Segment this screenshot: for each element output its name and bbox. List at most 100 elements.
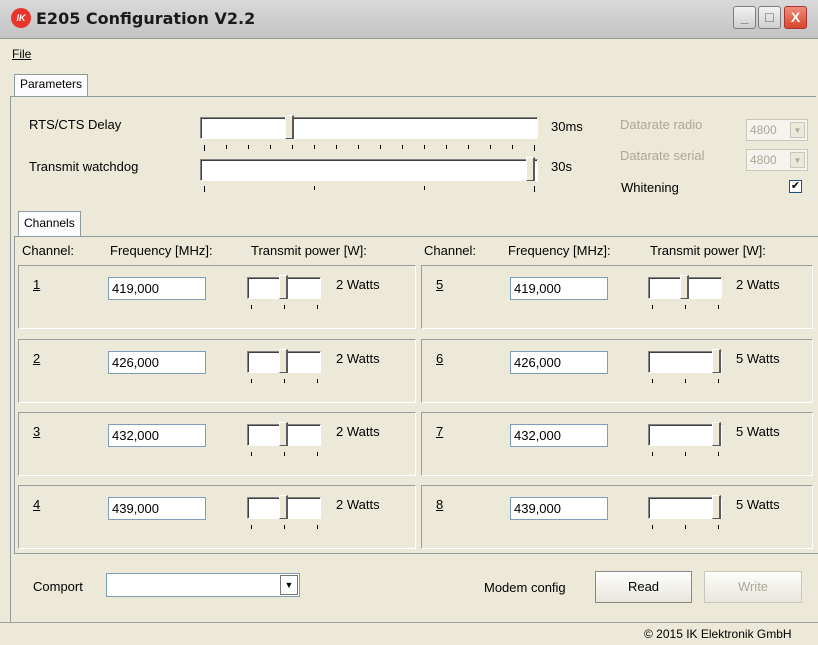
title-bar[interactable]: IK E205 Configuration V2.2 _ □ X <box>0 0 818 39</box>
maximize-button[interactable]: □ <box>758 6 781 29</box>
power-slider[interactable] <box>648 351 722 373</box>
power-slider-thumb[interactable] <box>712 495 721 519</box>
power-value: 2 Watts <box>336 277 380 292</box>
frequency-input[interactable]: 426,000 <box>108 351 206 374</box>
rts-cts-delay-thumb[interactable] <box>285 115 294 139</box>
power-slider-tick <box>685 525 686 529</box>
rts-cts-delay-value: 30ms <box>551 119 583 134</box>
power-value: 5 Watts <box>736 351 780 366</box>
power-slider-thumb[interactable] <box>279 422 288 446</box>
power-slider-tick <box>652 452 653 456</box>
datarate-serial-label: Datarate serial <box>620 148 705 163</box>
app-logo-icon: IK <box>11 8 31 28</box>
chevron-down-icon: ▼ <box>790 122 805 138</box>
slider-tick <box>292 145 293 149</box>
rts-cts-delay-label: RTS/CTS Delay <box>29 117 122 132</box>
slider-tick <box>270 145 271 149</box>
power-slider-tick <box>317 305 318 309</box>
transmit-watchdog-thumb[interactable] <box>526 157 535 181</box>
comport-select[interactable]: ▼ <box>106 573 300 597</box>
slider-tick <box>226 145 227 149</box>
power-slider-tick <box>284 525 285 529</box>
comport-label: Comport <box>33 579 83 594</box>
power-slider-tick <box>718 525 719 529</box>
power-slider-thumb[interactable] <box>680 275 689 299</box>
close-button[interactable]: X <box>784 6 807 29</box>
menu-file[interactable]: File <box>12 47 31 61</box>
read-button[interactable]: Read <box>595 571 692 603</box>
channel-number: 8 <box>436 497 444 512</box>
window-title: E205 Configuration V2.2 <box>36 9 256 28</box>
channel-number: 1 <box>33 277 41 292</box>
frequency-input[interactable]: 439,000 <box>510 497 608 520</box>
transmit-watchdog-slider[interactable] <box>200 159 538 181</box>
write-button[interactable]: Write <box>704 571 802 603</box>
slider-tick <box>424 186 425 190</box>
slider-tick <box>204 145 205 151</box>
power-slider-tick <box>685 379 686 383</box>
chevron-down-icon: ▼ <box>790 152 805 168</box>
power-slider-thumb[interactable] <box>712 422 721 446</box>
slider-tick <box>512 145 513 149</box>
slider-tick <box>336 145 337 149</box>
power-slider-thumb[interactable] <box>279 495 288 519</box>
frequency-input[interactable]: 439,000 <box>108 497 206 520</box>
power-slider-tick <box>652 305 653 309</box>
whitening-checkbox[interactable]: ✔ <box>789 180 802 193</box>
power-slider-thumb[interactable] <box>712 349 721 373</box>
tab-parameters[interactable]: Parameters <box>14 74 89 96</box>
frequency-input[interactable]: 419,000 <box>108 277 206 300</box>
power-slider-tick <box>685 452 686 456</box>
header-power-right: Transmit power [W]: <box>650 243 766 258</box>
whitening-label: Whitening <box>621 180 679 195</box>
slider-tick <box>380 145 381 149</box>
power-slider-tick <box>718 379 719 383</box>
header-power-left: Transmit power [W]: <box>251 243 367 258</box>
power-slider-tick <box>652 379 653 383</box>
minimize-button[interactable]: _ <box>733 6 756 29</box>
power-slider-tick <box>317 525 318 529</box>
transmit-watchdog-label: Transmit watchdog <box>29 159 139 174</box>
frequency-input[interactable]: 432,000 <box>510 424 608 447</box>
frequency-input[interactable]: 432,000 <box>108 424 206 447</box>
chevron-down-icon[interactable]: ▼ <box>280 575 298 595</box>
frequency-input[interactable]: 419,000 <box>510 277 608 300</box>
power-slider[interactable] <box>648 424 722 446</box>
datarate-radio-label: Datarate radio <box>620 117 703 132</box>
power-value: 5 Watts <box>736 424 780 439</box>
power-slider-thumb[interactable] <box>279 275 288 299</box>
tab-channels[interactable]: Channels <box>18 211 81 236</box>
status-bar: © 2015 IK Elektronik GmbH <box>0 622 818 645</box>
rts-cts-delay-slider[interactable] <box>200 117 538 139</box>
power-slider-tick <box>284 452 285 456</box>
slider-tick <box>358 145 359 149</box>
header-channel-right: Channel: <box>424 243 477 258</box>
channel-number: 4 <box>33 497 41 512</box>
channel-cell <box>18 485 416 549</box>
power-slider[interactable] <box>648 497 722 519</box>
channel-number: 2 <box>33 351 41 366</box>
channel-number: 7 <box>436 424 444 439</box>
power-value: 2 Watts <box>336 497 380 512</box>
menu-bar <box>0 39 818 59</box>
tab-channels-label: Channels <box>24 216 75 230</box>
channel-cell <box>421 339 813 403</box>
power-slider-tick <box>718 305 719 309</box>
power-slider-thumb[interactable] <box>279 349 288 373</box>
power-slider-tick <box>317 379 318 383</box>
power-value: 2 Watts <box>336 424 380 439</box>
power-slider-tick <box>251 525 252 529</box>
slider-tick <box>490 145 491 149</box>
datarate-serial-select: 4800 ▼ <box>746 149 808 171</box>
header-channel-left: Channel: <box>22 243 75 258</box>
channel-cell <box>421 412 813 476</box>
frequency-input[interactable]: 426,000 <box>510 351 608 374</box>
channel-number: 6 <box>436 351 444 366</box>
slider-tick <box>534 186 535 192</box>
datarate-radio-value: 4800 <box>750 123 777 137</box>
slider-tick <box>446 145 447 149</box>
datarate-radio-select: 4800 ▼ <box>746 119 808 141</box>
slider-tick <box>424 145 425 149</box>
channel-cell <box>18 265 416 329</box>
channel-number: 3 <box>33 424 41 439</box>
